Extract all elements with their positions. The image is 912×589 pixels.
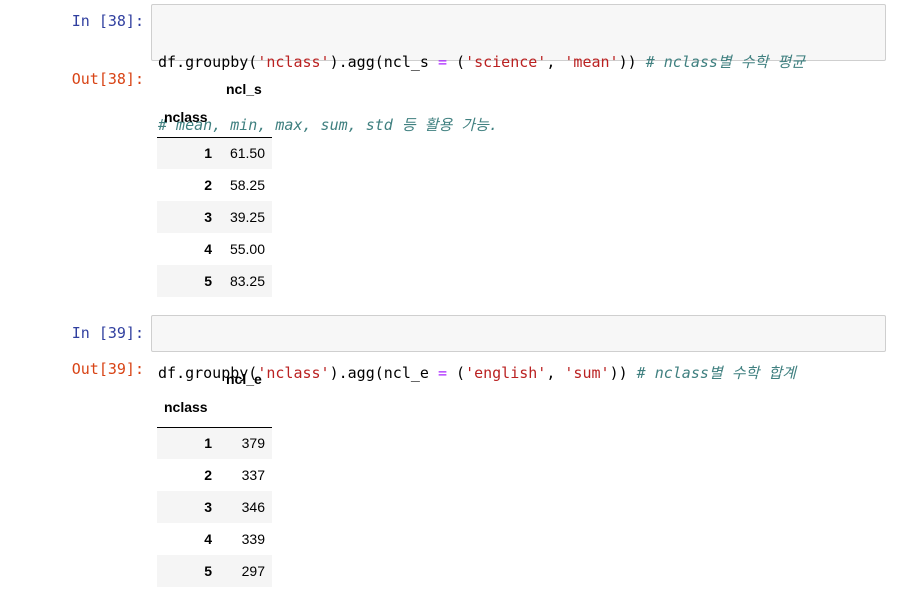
table-row: 5 83.25 <box>157 265 272 297</box>
output-prompt: Out[39]: <box>71 360 144 378</box>
input-prompt: In [39]: <box>71 324 144 342</box>
cell-value: 379 <box>241 435 265 452</box>
code-token: )) <box>609 364 637 382</box>
index-name-spacer <box>219 399 272 428</box>
cell-value: 58.25 <box>229 177 265 193</box>
code-comment: # nclass별 수학 합계 <box>636 364 796 382</box>
row-index: 2 <box>204 467 212 483</box>
cell-value: 83.25 <box>229 273 265 289</box>
output-prompt: Out[38]: <box>71 70 144 88</box>
code-input-cell[interactable]: df.groupby('nclass').agg(ncl_s = ('scien… <box>151 4 886 134</box>
code-token: , <box>546 53 565 71</box>
table-row: 1 61.50 <box>157 137 272 169</box>
code-token: ).agg(ncl_s <box>329 53 438 71</box>
row-index: 2 <box>204 177 212 193</box>
row-index: 1 <box>204 435 212 452</box>
input-prompt: In [38]: <box>71 12 144 30</box>
string-literal: 'english' <box>465 364 547 382</box>
table-row: 4 55.00 <box>157 233 272 265</box>
cell-value: 339 <box>241 531 265 547</box>
column-header: ncl_s <box>226 81 262 97</box>
index-name-header: nclass <box>157 109 219 138</box>
string-literal: 'science' <box>465 53 547 71</box>
string-literal: 'sum' <box>564 364 610 382</box>
code-token: ).agg(ncl_e <box>329 364 438 382</box>
output-dataframe: ncl_e nclass 1 379 2 337 3 346 4 339 5 297 <box>157 359 272 587</box>
dataframe-table: ncl_s nclass 1 61.50 2 58.25 3 39.25 4 55.00… <box>157 69 272 297</box>
code-input-cell[interactable]: df.groupby('nclass').agg(ncl_e = ('engli… <box>151 315 886 382</box>
cell-value: 337 <box>241 467 265 483</box>
table-row: 2 337 <box>157 459 272 491</box>
table-row: 3 39.25 <box>157 201 272 233</box>
code-token: )) <box>618 53 646 71</box>
index-name-spacer <box>219 109 272 138</box>
index-name-header: nclass <box>157 399 219 428</box>
cell-value: 55.00 <box>229 241 265 257</box>
operator: = <box>437 53 447 71</box>
table-row: 1 379 <box>157 427 272 459</box>
cell-value: 346 <box>241 499 265 515</box>
row-index: 3 <box>204 209 212 225</box>
cell-value: 61.50 <box>229 145 265 162</box>
index-corner <box>157 69 219 109</box>
code-comment: # nclass별 수학 평균 <box>645 53 805 71</box>
code-token: ( <box>447 53 466 71</box>
column-header: ncl_e <box>226 371 262 387</box>
row-index: 3 <box>204 499 212 515</box>
table-row: 3 346 <box>157 491 272 523</box>
index-corner <box>157 359 219 399</box>
table-row: 4 339 <box>157 523 272 555</box>
string-literal: 'mean' <box>564 53 619 71</box>
cell-value: 297 <box>241 563 265 579</box>
output-dataframe: ncl_s nclass 1 61.50 2 58.25 3 39.25 4 55.00… <box>157 69 272 297</box>
operator: = <box>437 364 447 382</box>
code-token: , <box>546 364 565 382</box>
row-index: 5 <box>204 563 212 579</box>
table-row: 5 297 <box>157 555 272 587</box>
row-index: 1 <box>204 145 212 162</box>
row-index: 4 <box>204 531 212 547</box>
cell-value: 39.25 <box>229 209 265 225</box>
dataframe-table: ncl_e nclass 1 379 2 337 3 346 4 339 5 297 <box>157 359 272 587</box>
row-index: 4 <box>204 241 212 257</box>
row-index: 5 <box>204 273 212 289</box>
code-token: ( <box>447 364 466 382</box>
table-row: 2 58.25 <box>157 169 272 201</box>
